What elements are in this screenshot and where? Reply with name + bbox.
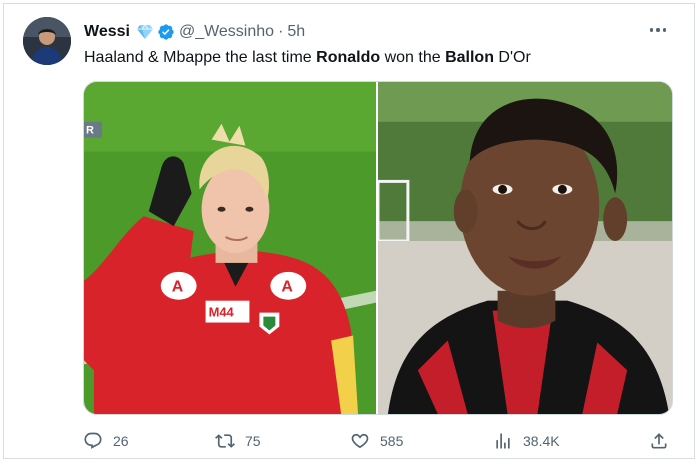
views-count: 38.4K [523,433,560,449]
like-count: 585 [380,433,404,449]
svg-text:A: A [281,279,293,296]
share-icon [651,433,667,449]
like-button[interactable]: 585 [350,429,403,453]
views-button[interactable]: 38.4K [493,429,560,453]
photo-left[interactable]: R A A M44 [84,82,376,414]
timestamp[interactable]: 5h [287,23,305,41]
diamond-icon [136,24,153,39]
tweet-text: Haaland & Mbappe the last time Ronaldo w… [84,47,531,69]
corner-text: R [86,125,94,137]
display-name[interactable]: Wessi [84,23,130,41]
separator-dot: · [278,23,284,40]
heart-icon [351,433,369,449]
tweet-actions: 26 75 585 38.4K [83,429,675,453]
retweet-count: 75 [245,433,261,449]
verified-icon [158,24,174,40]
jersey-sponsor-text: M44 [209,305,235,320]
photo-right[interactable] [378,82,672,414]
tweet-card[interactable]: Wessi @_Wessinho · 5h Haaland & Mbappe t… [3,3,695,459]
reply-icon [84,432,102,449]
reply-count: 26 [113,433,129,449]
avatar[interactable] [23,17,71,65]
share-button[interactable] [649,429,669,453]
svg-text:A: A [172,279,184,296]
retweet-icon [215,434,235,448]
reply-button[interactable]: 26 [83,429,129,453]
handle[interactable]: @_Wessinho [179,23,274,41]
tweet-text-part: won the [380,49,446,66]
tweet-header: Wessi @_Wessinho · 5h [84,21,305,43]
tweet-text-part: D'Or [493,49,531,66]
tweet-text-part: Haaland & Mbappe the last time [84,49,317,66]
retweet-button[interactable]: 75 [215,429,261,453]
tweet-text-bold: Ronaldo [316,49,381,66]
tweet-media[interactable]: R A A M44 [83,81,673,415]
tweet-text-bold: Ballon [445,49,494,66]
more-options-icon[interactable] [646,20,670,40]
views-icon [496,433,510,449]
